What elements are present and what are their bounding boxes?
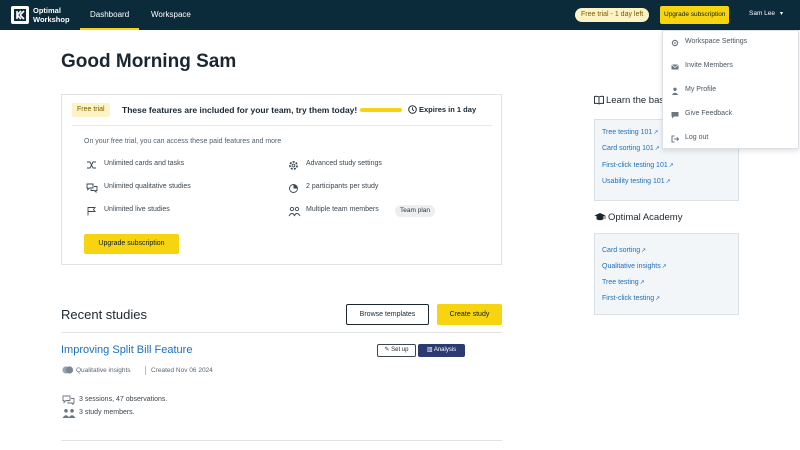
logo-mark-icon (14, 9, 26, 21)
feature-label: Advanced study settings (306, 160, 382, 167)
menu-item-my-profile[interactable]: My Profile (663, 79, 800, 103)
external-link-icon: ↗ (653, 130, 659, 136)
logout-icon (671, 135, 679, 143)
members-icon (62, 409, 76, 418)
menu-item-label: Workspace Settings (685, 38, 748, 45)
person-icon (671, 87, 679, 95)
book-icon (594, 95, 604, 105)
gear-icon (671, 39, 679, 47)
pie-chart-icon (289, 184, 298, 193)
academy-panel: Card sorting↗ Qualitative insights↗ Tree… (594, 233, 739, 315)
setup-label: Set up (391, 347, 409, 353)
feature-label: Unlimited qualitative studies (104, 183, 191, 190)
link-label: Tree testing (602, 279, 639, 286)
study-setup-button[interactable]: ✎ Set up (377, 344, 416, 357)
chat-bubble-icon (671, 112, 679, 119)
study-created-date: Created Nov 06 2024 (151, 367, 213, 374)
link-label: Card sorting 101 (602, 145, 654, 152)
bar-chart-icon: ▥ (426, 347, 433, 353)
external-link-icon: ↗ (641, 248, 647, 254)
menu-item-label: Invite Members (685, 62, 733, 69)
feature-label: Unlimited live studies (104, 206, 170, 213)
trial-expiry-text: Expires in 1 day (419, 105, 477, 114)
study-title-link[interactable]: Improving Split Bill Feature (61, 344, 192, 356)
trial-card-subtitle: On your free trial, you can access these… (84, 138, 282, 145)
recent-studies-heading: Recent studies (61, 307, 147, 322)
team-plan-badge: Team plan (395, 205, 435, 217)
study-sessions-count: 3 sessions, 47 observations. (79, 396, 168, 403)
menu-item-label: Give Feedback (685, 110, 733, 117)
tab-workspace[interactable]: Workspace (141, 0, 201, 30)
external-link-icon: ↗ (655, 296, 661, 302)
upgrade-subscription-button[interactable]: Upgrade subscription (660, 6, 730, 24)
upgrade-subscription-card-button[interactable]: Upgrade subscription (84, 234, 179, 254)
learn-link-card-sorting[interactable]: Card sorting 101↗ (602, 145, 660, 152)
learn-link-first-click[interactable]: First-click testing 101↗ (602, 162, 674, 169)
academy-link-tree-testing[interactable]: Tree testing↗ (602, 279, 645, 286)
learn-link-usability[interactable]: Usability testing 101↗ (602, 178, 671, 185)
chevron-down-icon[interactable]: ▾ (780, 10, 783, 17)
settings-icon (289, 161, 298, 170)
link-label: First-click testing 101 (602, 162, 668, 169)
menu-item-label: My Profile (685, 86, 717, 93)
create-study-button[interactable]: Create study (437, 304, 502, 325)
top-nav-bar: Optimal Workshop Dashboard Workspace Fre… (0, 0, 800, 30)
menu-item-label: Log out (685, 134, 709, 141)
learn-link-tree-testing[interactable]: Tree testing 101↗ (602, 129, 658, 136)
study-members-count: 3 study members. (79, 409, 135, 416)
feature-label: 2 participants per study (306, 183, 379, 190)
link-label: Card sorting (602, 247, 641, 254)
external-link-icon: ↗ (661, 264, 667, 270)
flag-icon (87, 207, 96, 216)
free-trial-card: Free trial These features are included f… (61, 94, 502, 265)
qualitative-insights-icon (62, 366, 74, 374)
user-dropdown-menu: Workspace Settings Invite Members My Pro… (662, 30, 799, 149)
brand-name: Optimal Workshop (33, 6, 83, 24)
trial-card-headline: These features are included for your tea… (122, 105, 358, 115)
browse-templates-button[interactable]: Browse templates (346, 304, 429, 325)
chat-icon (86, 183, 98, 193)
menu-item-invite-members[interactable]: Invite Members (663, 55, 800, 79)
academy-link-first-click[interactable]: First-click testing↗ (602, 295, 660, 302)
brand-line-2: Workshop (33, 15, 70, 24)
trial-progress-bar (360, 108, 402, 112)
free-trial-badge: Free trial (72, 103, 110, 117)
link-label: Tree testing 101 (602, 129, 653, 136)
study-type-label: Qualitative insights (76, 367, 131, 374)
menu-item-log-out[interactable]: Log out (663, 127, 800, 151)
feature-label: Unlimited cards and tasks (104, 160, 185, 167)
team-icon (288, 206, 301, 217)
card-divider (72, 125, 492, 126)
academy-link-qualitative[interactable]: Qualitative insights↗ (602, 263, 667, 270)
external-link-icon: ↗ (668, 163, 674, 169)
menu-item-workspace-settings[interactable]: Workspace Settings (663, 31, 800, 55)
feature-label: Multiple team members (306, 206, 379, 213)
brand-line-1: Optimal (33, 6, 61, 15)
clock-icon (408, 105, 417, 114)
link-label: First-click testing (602, 295, 655, 302)
envelope-icon (671, 64, 679, 70)
menu-item-give-feedback[interactable]: Give Feedback (663, 103, 800, 127)
page-title: Good Morning Sam (61, 51, 237, 72)
section-divider (61, 332, 502, 333)
pencil-icon: ✎ (384, 347, 390, 353)
external-link-icon: ↗ (639, 280, 645, 286)
study-analysis-button[interactable]: ▥ Analysis (418, 344, 465, 357)
external-link-icon: ↗ (665, 179, 671, 185)
trial-days-left-badge: Free trial - 1 day left (575, 8, 650, 22)
external-link-icon: ↗ (654, 146, 660, 152)
optimal-workshop-logo[interactable] (11, 6, 29, 24)
tab-dashboard[interactable]: Dashboard (80, 0, 140, 30)
section-divider (61, 440, 502, 441)
academy-link-card-sorting[interactable]: Card sorting↗ (602, 247, 646, 254)
sessions-chat-icon (62, 395, 75, 405)
user-menu-toggle[interactable]: Sam Lee (749, 10, 775, 17)
link-label: Usability testing 101 (602, 178, 665, 185)
shuffle-icon (87, 161, 96, 169)
link-label: Qualitative insights (602, 263, 661, 270)
graduation-cap-icon (594, 213, 606, 221)
analysis-label: Analysis (433, 347, 457, 353)
meta-separator (145, 366, 146, 375)
optimal-academy-heading: Optimal Academy (608, 212, 683, 223)
